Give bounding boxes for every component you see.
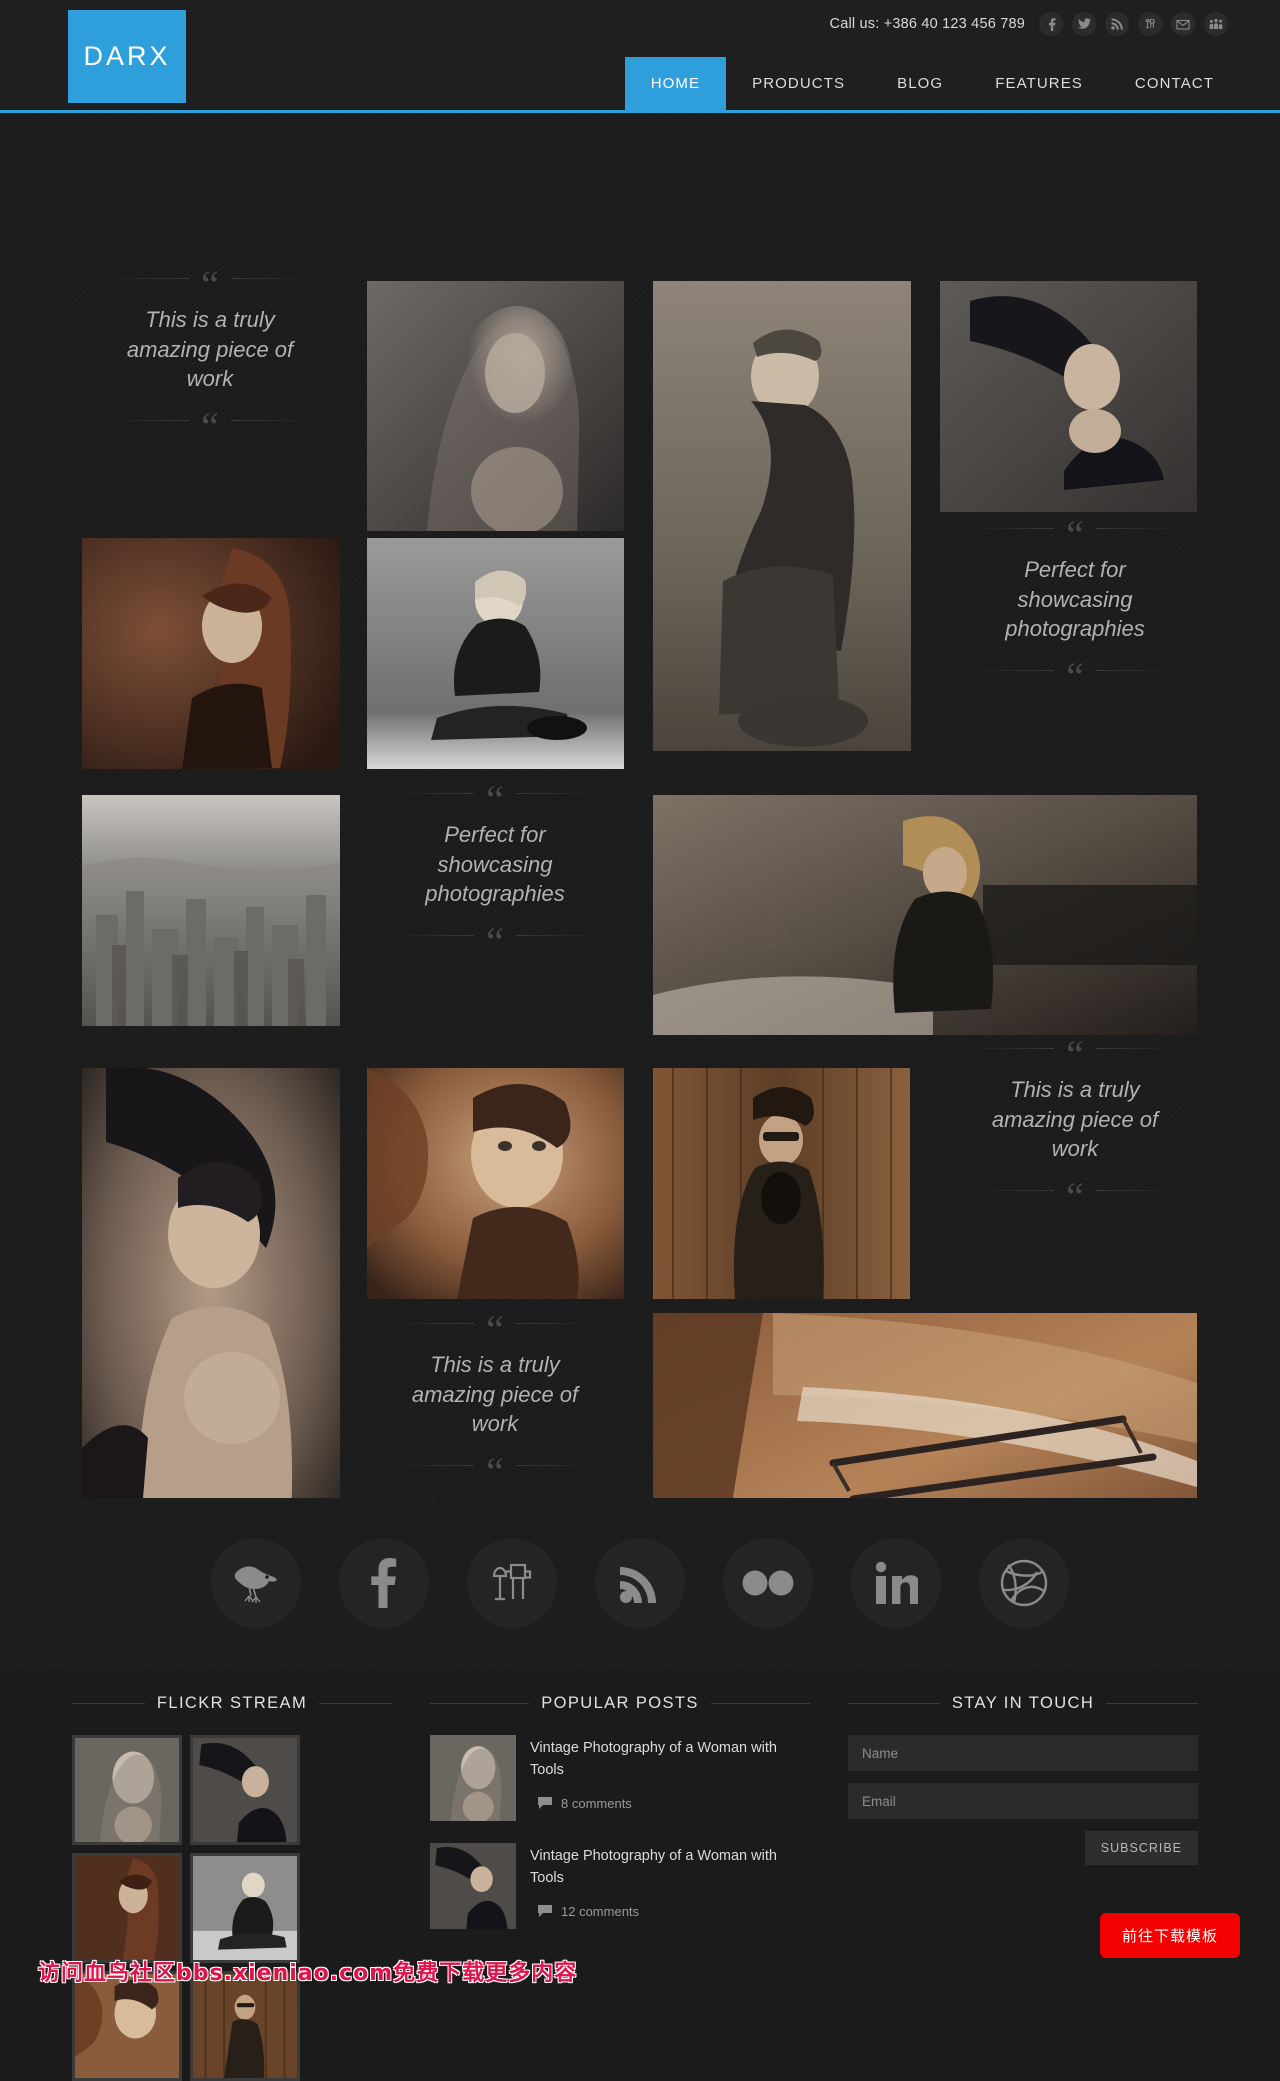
flickr-thumb-image bbox=[193, 1974, 297, 2078]
flickr-thumb-image bbox=[193, 1856, 297, 1960]
flickr-thumb[interactable] bbox=[72, 1735, 182, 1845]
email-icon[interactable] bbox=[1171, 12, 1195, 36]
gallery-photo bbox=[653, 281, 911, 751]
gallery-item[interactable] bbox=[653, 795, 1197, 1035]
gallery-item[interactable] bbox=[653, 281, 911, 751]
flickr-thumb[interactable] bbox=[72, 1971, 182, 2081]
dribbble-icon[interactable] bbox=[979, 1538, 1069, 1628]
social-links-row bbox=[0, 1498, 1280, 1668]
site-logo[interactable]: DARX bbox=[68, 10, 186, 103]
flickr-thumb-image bbox=[193, 1738, 297, 1845]
post-comment-count: 12 comments bbox=[561, 1903, 640, 1919]
gallery-quote: “ Perfect for showcasing photographies “ bbox=[390, 779, 601, 961]
popular-posts-heading-text: POPULAR POSTS bbox=[541, 1694, 699, 1712]
gallery-photo bbox=[82, 795, 340, 1026]
gallery-photo bbox=[653, 795, 1197, 1035]
nav-item-products[interactable]: PRODUCTS bbox=[726, 57, 871, 110]
comment-icon bbox=[538, 1905, 552, 1918]
pinterest-icon[interactable] bbox=[467, 1538, 557, 1628]
gallery-photo bbox=[367, 281, 624, 531]
post-thumbnail bbox=[430, 1843, 516, 1929]
flickr-thumb[interactable] bbox=[72, 1853, 182, 1963]
email-input[interactable] bbox=[848, 1783, 1198, 1819]
post-title[interactable]: Vintage Photography of a Woman with Tool… bbox=[530, 1737, 810, 1782]
popular-posts-heading: POPULAR POSTS bbox=[430, 1694, 811, 1713]
gallery-item[interactable] bbox=[82, 1068, 340, 1558]
nav-item-blog[interactable]: BLOG bbox=[871, 57, 969, 110]
post-comment-count: 8 comments bbox=[561, 1795, 632, 1811]
gallery-photo bbox=[367, 1068, 624, 1299]
flickr-thumb-image bbox=[75, 1974, 179, 2078]
gallery-photo bbox=[367, 538, 624, 769]
gallery-item[interactable] bbox=[940, 281, 1197, 512]
gallery-photo bbox=[82, 538, 340, 769]
gallery-quote: “ Perfect for showcasing photographies “ bbox=[970, 514, 1181, 696]
quote-rule-bottom: “ bbox=[390, 921, 601, 961]
footer-newsletter-widget: STAY IN TOUCH SUBSCRIBE bbox=[848, 1694, 1198, 2008]
nav-item-home[interactable]: HOME bbox=[624, 57, 727, 110]
flickr-thumb-grid bbox=[72, 1735, 392, 2081]
gallery-photo bbox=[940, 281, 1197, 512]
quote-rule-bottom: “ bbox=[970, 1176, 1181, 1216]
facebook-icon[interactable] bbox=[1039, 12, 1063, 36]
gallery-item[interactable] bbox=[82, 538, 340, 769]
facebook-icon[interactable] bbox=[339, 1538, 429, 1628]
gallery-item[interactable] bbox=[82, 795, 340, 1026]
pinterest-icon[interactable] bbox=[1138, 12, 1162, 36]
flickr-thumb[interactable] bbox=[190, 1971, 300, 2081]
flickr-heading: FLICKR STREAM bbox=[72, 1694, 392, 1713]
gallery-quote: “ This is a truly amazing piece of work … bbox=[390, 1309, 601, 1491]
logo-text: DARX bbox=[83, 41, 171, 71]
newsletter-heading-text: STAY IN TOUCH bbox=[951, 1694, 1095, 1712]
gallery-quote: “ This is a truly amazing piece of work … bbox=[970, 1034, 1181, 1216]
gallery-photo bbox=[653, 1068, 910, 1299]
download-template-button[interactable]: 前往下载模板 bbox=[1099, 1913, 1240, 1958]
newsletter-heading: STAY IN TOUCH bbox=[848, 1694, 1198, 1713]
gallery-photo bbox=[82, 1068, 340, 1558]
flickr-thumb-image bbox=[75, 1856, 179, 1960]
quote-rule-bottom: “ bbox=[105, 406, 316, 446]
main-navigation[interactable]: HOME PRODUCTS BLOG FEATURES CONTACT bbox=[624, 57, 1240, 110]
twitter-bird-icon[interactable] bbox=[211, 1538, 301, 1628]
header-topbar: Call us: +386 40 123 456 789 bbox=[830, 12, 1228, 36]
site-watermark: 访问血鸟社区bbs.xieniao.com免费下载更多内容 bbox=[38, 1961, 578, 1986]
rss-icon[interactable] bbox=[1105, 12, 1129, 36]
post-thumbnail bbox=[430, 1735, 516, 1821]
myspace-icon[interactable] bbox=[1204, 12, 1228, 36]
site-header: DARX Call us: +386 40 123 456 789 HOME P… bbox=[0, 0, 1280, 113]
photo-gallery: “ This is a truly amazing piece of work … bbox=[0, 113, 1280, 1558]
subscribe-button[interactable]: SUBSCRIBE bbox=[1084, 1831, 1198, 1865]
gallery-item[interactable] bbox=[367, 538, 624, 769]
flickr-thumb-image bbox=[75, 1738, 179, 1845]
name-input[interactable] bbox=[848, 1735, 1198, 1771]
list-item[interactable]: Vintage Photography of a Woman with Tool… bbox=[430, 1735, 810, 1821]
rss-icon[interactable] bbox=[595, 1538, 685, 1628]
flickr-thumb[interactable] bbox=[190, 1853, 300, 1963]
gallery-item[interactable] bbox=[367, 1068, 624, 1299]
flickr-heading-text: FLICKR STREAM bbox=[156, 1694, 308, 1712]
comment-icon bbox=[538, 1797, 552, 1810]
list-item[interactable]: Vintage Photography of a Woman with Tool… bbox=[430, 1843, 810, 1929]
flickr-thumb[interactable] bbox=[190, 1735, 300, 1845]
gallery-item[interactable] bbox=[653, 1068, 910, 1299]
nav-item-contact[interactable]: CONTACT bbox=[1109, 57, 1240, 110]
twitter-icon[interactable] bbox=[1072, 12, 1096, 36]
nav-item-features[interactable]: FEATURES bbox=[969, 57, 1109, 110]
post-title[interactable]: Vintage Photography of a Woman with Tool… bbox=[530, 1845, 810, 1890]
flickr-icon[interactable] bbox=[723, 1538, 813, 1628]
post-meta: 8 comments bbox=[538, 1796, 810, 1811]
post-meta: 12 comments bbox=[538, 1904, 810, 1919]
call-us-text: Call us: +386 40 123 456 789 bbox=[829, 16, 1025, 32]
quote-rule-bottom: “ bbox=[970, 656, 1181, 696]
gallery-item[interactable] bbox=[367, 281, 624, 531]
quote-rule-bottom: “ bbox=[390, 1451, 601, 1491]
gallery-quote: “ This is a truly amazing piece of work … bbox=[105, 264, 316, 446]
linkedin-icon[interactable] bbox=[851, 1538, 941, 1628]
